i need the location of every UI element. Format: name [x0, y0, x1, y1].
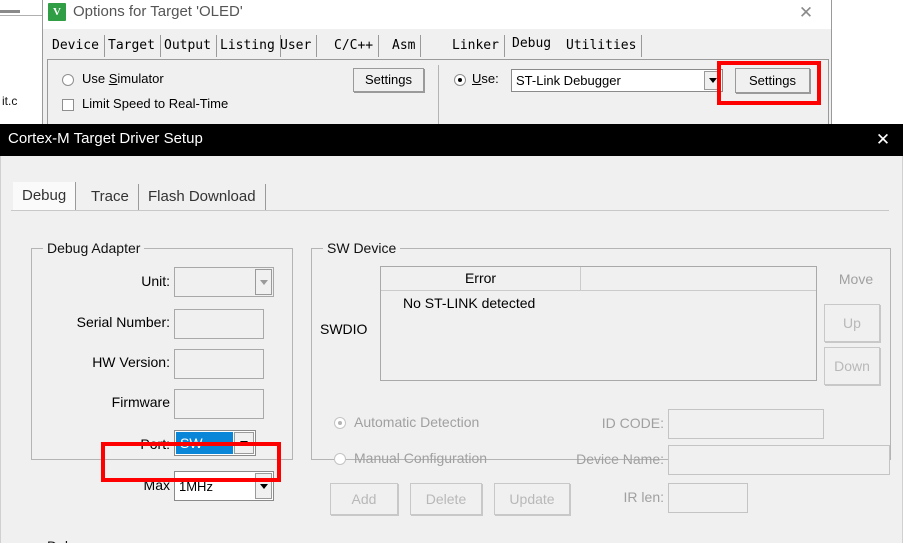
chevron-down-icon[interactable]	[704, 71, 721, 90]
background-editor-left: it.c	[0, 0, 43, 130]
debug-adapter-group-title: Debug Adapter	[43, 240, 145, 256]
debugger-settings-button[interactable]: Settings	[735, 68, 810, 93]
tab-listing[interactable]: Listing	[215, 35, 281, 57]
use-simulator-radio[interactable]	[62, 74, 74, 86]
screenshot-root: it.c V Options for Target 'OLED' ✕ Devic…	[0, 0, 903, 543]
background-rule-2	[0, 15, 42, 16]
tab-debug[interactable]: Debug	[13, 182, 77, 210]
port-select-value: SW	[180, 435, 203, 451]
hw-version-field[interactable]	[174, 349, 264, 379]
tab-trace[interactable]: Trace	[82, 184, 139, 210]
delete-button[interactable]: Delete	[410, 483, 482, 515]
pane-divider	[438, 65, 439, 130]
serial-number-field[interactable]	[174, 309, 264, 339]
close-icon[interactable]: ✕	[793, 2, 819, 24]
device-name-field[interactable]	[668, 445, 890, 475]
max-clock-value: 1MHz	[179, 478, 213, 494]
chevron-down-icon[interactable]	[234, 432, 254, 454]
tab-debug[interactable]: Debug	[507, 32, 557, 58]
update-button[interactable]: Update	[494, 483, 570, 515]
options-dialog-titlebar: V Options for Target 'OLED' ✕	[43, 0, 831, 29]
use-debugger-label: Use:	[472, 71, 499, 86]
sw-device-group-title: SW Device	[323, 240, 401, 256]
close-icon[interactable]: ✕	[871, 128, 895, 152]
tab-cpp[interactable]: C/C++	[329, 35, 380, 57]
max-clock-select[interactable]: 1MHz	[174, 471, 274, 501]
options-for-target-dialog: V Options for Target 'OLED' ✕ Device Tar…	[42, 0, 832, 130]
firmware-field[interactable]	[174, 389, 264, 419]
move-down-button[interactable]: Down	[824, 347, 880, 385]
tab-user[interactable]: User	[275, 35, 318, 57]
debugger-select-value: ST-Link Debugger	[516, 73, 621, 88]
column-header-blank	[581, 267, 816, 290]
move-label: Move	[838, 271, 874, 287]
device-name-label: Device Name:	[576, 451, 664, 467]
use-simulator-label: Use Simulator	[82, 71, 164, 86]
tab-flash-download[interactable]: Flash Download	[139, 184, 266, 210]
port-select[interactable]: SW	[174, 430, 256, 456]
options-dialog-tabstrip: Device Target Output Listing User C/C++ …	[47, 31, 829, 59]
unit-select-value	[179, 268, 251, 296]
hw-version-label: HW Version:	[92, 354, 170, 370]
sw-device-list-row[interactable]: No ST-LINK detected	[403, 295, 535, 311]
cortex-m-target-driver-setup-dialog: Cortex-M Target Driver Setup ✕ Debug Tra…	[0, 124, 903, 543]
port-select-value-highlight: SW	[176, 432, 233, 454]
serial-number-label: Serial Number:	[76, 314, 170, 330]
column-header-error: Error	[381, 267, 581, 290]
manual-configuration-radio[interactable]	[334, 453, 346, 465]
id-code-label: ID CODE:	[601, 415, 664, 431]
tab-output[interactable]: Output	[159, 35, 217, 57]
simulator-settings-button[interactable]: Settings	[353, 68, 424, 92]
use-debugger-radio[interactable]	[454, 74, 466, 86]
firmware-label: Firmware	[111, 394, 170, 410]
unit-select[interactable]	[174, 267, 274, 297]
editor-tab-label[interactable]: it.c	[2, 94, 17, 108]
tab-target[interactable]: Target	[103, 35, 161, 57]
automatic-detection-radio[interactable]	[334, 417, 346, 429]
ir-len-field[interactable]	[668, 483, 748, 513]
cortex-dialog-body: Debug Trace Flash Download Debug Adapter…	[0, 156, 903, 543]
tab-utilities[interactable]: Utilities	[561, 35, 643, 57]
background-rule-1	[0, 10, 20, 13]
chevron-down-icon[interactable]	[255, 269, 272, 295]
automatic-detection-label: Automatic Detection	[354, 414, 480, 430]
cortex-dialog-titlebar: Cortex-M Target Driver Setup ✕	[0, 124, 903, 156]
limit-speed-checkbox[interactable]	[62, 99, 74, 111]
move-up-button[interactable]: Up	[824, 304, 880, 342]
cortex-dialog-title: Cortex-M Target Driver Setup	[8, 130, 203, 147]
options-dialog-title: Options for Target 'OLED'	[73, 3, 243, 20]
sw-device-group: SW Device SWDIO Error No ST-LINK detecte…	[311, 240, 891, 515]
chevron-down-icon[interactable]	[255, 473, 272, 499]
limit-speed-label: Limit Speed to Real-Time	[82, 96, 229, 111]
keil-uvision-icon: V	[48, 3, 66, 21]
tab-asm[interactable]: Asm	[387, 35, 422, 57]
debugger-select[interactable]: ST-Link Debugger	[511, 69, 723, 92]
port-label: Port:	[140, 436, 170, 452]
manual-configuration-label: Manual Configuration	[354, 450, 488, 466]
background-editor-right	[832, 0, 903, 130]
sw-device-error-list[interactable]: Error No ST-LINK detected	[380, 266, 817, 381]
id-code-field[interactable]	[668, 409, 824, 439]
debug-adapter-group: Debug Adapter Unit: Serial Number: HW Ve…	[31, 240, 293, 501]
tab-linker[interactable]: Linker	[447, 35, 505, 57]
cortex-tab-underline	[11, 210, 889, 211]
options-debug-pane: Use Simulator Limit Speed to Real-Time S…	[47, 60, 829, 130]
tab-device[interactable]: Device	[47, 35, 105, 57]
unit-label: Unit:	[141, 273, 170, 289]
swdio-label: SWDIO	[320, 321, 368, 337]
add-button[interactable]: Add	[330, 483, 398, 515]
debug-group-title: Debug	[43, 538, 93, 543]
max-label: Max	[143, 477, 170, 493]
sw-device-list-header: Error	[381, 267, 816, 291]
